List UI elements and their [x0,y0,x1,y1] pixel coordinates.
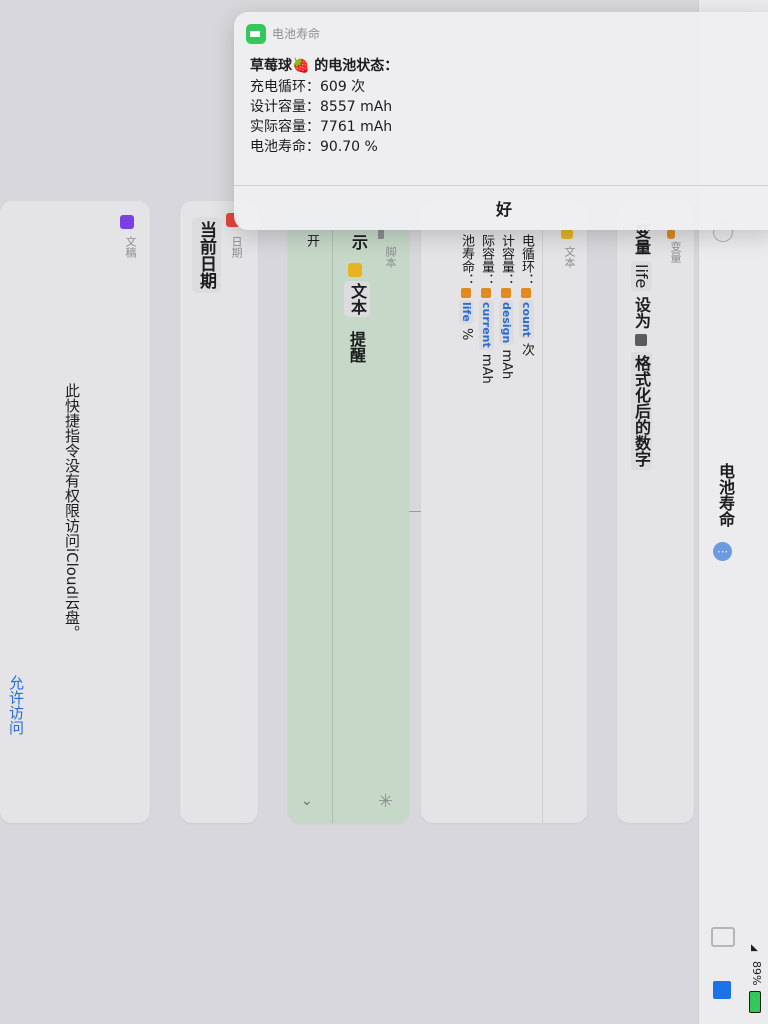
date-card[interactable]: 日期 当前日期 [180,201,258,823]
variable-icon [481,288,491,298]
text-row-life: 池寿命： life % [457,234,476,340]
variable-icon [461,288,471,298]
date-tag: 日期 [230,236,243,258]
battery-life-line: 电池寿命：90.70 % [250,139,378,155]
script-card[interactable]: 脚本 示 文本 提醒 开 ⌄ ✳ [288,201,409,823]
text-row-unit: % [459,327,474,341]
variable-icon [501,288,511,298]
life-variable-name[interactable]: life [631,260,652,291]
text-row-label: 计容量： [499,234,514,286]
text-row-label: 际容量： [479,234,494,286]
variable-icon [521,288,531,298]
actual-capacity-line: 实际容量：7761 mAh [250,119,393,135]
script-open-label: 开 [304,234,319,247]
formatted-number-token[interactable]: 格式化后的数字 [631,351,652,470]
text-row-unit: mAh [499,349,514,380]
document-icon [120,215,134,229]
text-row-label: 电循环： [519,234,534,286]
text-row-count: 电循环： count 次 [517,234,536,356]
design-variable[interactable]: design [499,300,514,346]
text-icon [561,229,573,239]
wifi-icon: ◣ [751,943,758,953]
loading-spinner-icon: ✳ [378,791,394,812]
document-card[interactable]: 文稿 此快捷指令没有权限访问iCloud云盘。 允许访问 [0,201,150,823]
text-row-design: 计容量： design mAh [497,234,516,379]
battery-icon [749,991,761,1013]
text-tag: 文本 [563,246,576,268]
connector-line [409,511,421,512]
set-variable-card[interactable]: 变量 变量 life 设为 格式化后的数字 [617,201,694,823]
script-text-variable[interactable]: 文本 [344,281,370,317]
text-row-label: 池寿命： [459,234,474,286]
current-date-token[interactable]: 当前日期 [192,217,221,293]
notification-app-name: 电池寿命 [272,27,321,41]
count-variable[interactable]: count [519,300,534,339]
charge-cycle-line: 充电循环：609 次 [250,79,366,95]
text-card[interactable]: 文本 电循环： count 次 计容量： design mAh 际容量： curren… [421,201,587,823]
text-row-unit: 次 [519,343,534,357]
more-options-icon[interactable]: ⋯ [713,542,732,561]
script-text-suffix: 提醒 [347,331,366,363]
ok-button[interactable]: 好 [234,186,768,230]
design-capacity-line: 设计容量：8557 mAh [250,99,393,115]
notification-banner[interactable]: 电池寿命 草莓球🍓 的电池状态： 充电循环：609 次 设计容量：8557 mA… [234,12,768,230]
variable-text-middle: 设为 [632,296,651,329]
notification-title-suffix: 的电池状态： [309,58,399,74]
document-tag: 文稿 [124,236,137,258]
text-var-icon [348,263,362,277]
variable-tag: 变量 [669,241,682,263]
run-stop-button[interactable] [713,981,731,999]
variable-tag-icon [667,229,675,239]
script-text-prefix: 示 [349,234,368,250]
share-icon[interactable] [711,927,735,947]
text-row-unit: mAh [479,353,494,384]
notification-title: 草莓球🍓 的电池状态： [250,55,398,75]
shortcut-title: 电池寿命 [716,463,735,527]
set-variable-sentence: 变量 life 设为 格式化后的数字 [629,223,653,470]
text-card-divider [542,201,543,823]
chevron-down-icon[interactable]: ⌄ [301,793,313,809]
script-card-divider [332,201,333,823]
battery-app-icon [246,24,266,44]
script-tag: 脚本 [384,246,397,268]
number-format-icon [635,334,647,347]
strawberry-emoji-icon: 🍓 [292,58,310,74]
current-variable[interactable]: current [479,300,494,350]
battery-percent: 89% [750,961,763,986]
life-variable[interactable]: life [459,300,474,324]
script-icon [378,229,384,239]
notification-title-prefix: 草莓球 [250,58,292,74]
text-row-current: 际容量： current mAh [477,234,496,384]
allow-access-button[interactable]: 允许访问 [6,675,27,735]
document-permission-message: 此快捷指令没有权限访问iCloud云盘。 [63,383,81,641]
